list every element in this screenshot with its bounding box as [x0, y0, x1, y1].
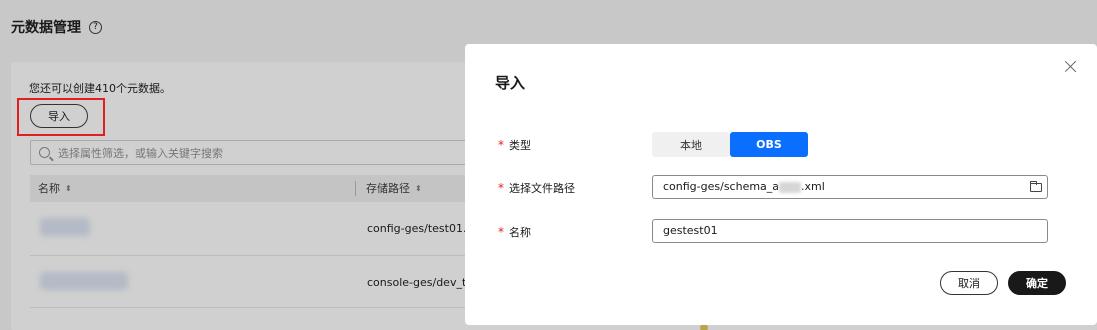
- type-option-local[interactable]: 本地: [652, 132, 730, 157]
- page-title: 元数据管理 ?: [11, 17, 102, 37]
- table-row-name-redacted: [40, 218, 90, 236]
- redacted-mask: [779, 181, 802, 193]
- type-label: * 类型: [498, 137, 531, 153]
- page-title-text: 元数据管理: [11, 20, 81, 36]
- cancel-button[interactable]: 取消: [940, 271, 998, 295]
- quota-text: 您还可以创建410个元数据。: [29, 82, 171, 95]
- table-header: 名称 ⬍ 存储路径 ⬍: [30, 175, 470, 202]
- column-header-name[interactable]: 名称 ⬍: [38, 175, 72, 202]
- file-path-input[interactable]: config-ges/schema_a .xml: [652, 175, 1048, 199]
- sort-icon[interactable]: ⬍: [65, 175, 72, 202]
- path-label-text: 选择文件路径: [509, 182, 575, 195]
- table-row-name-redacted: [40, 272, 128, 290]
- search-input[interactable]: 选择属性筛选，或输入关键字搜索: [30, 140, 500, 165]
- name-input[interactable]: gestest01: [652, 219, 1048, 243]
- required-mark: *: [498, 225, 504, 239]
- name-label-text: 名称: [509, 226, 531, 239]
- search-placeholder: 选择属性筛选，或输入关键字搜索: [58, 146, 223, 160]
- help-icon[interactable]: ?: [89, 20, 102, 34]
- column-header-path[interactable]: 存储路径 ⬍: [366, 175, 422, 202]
- search-icon: [39, 147, 50, 158]
- name-input-value: gestest01: [663, 224, 718, 237]
- column-divider: [355, 181, 356, 196]
- type-segmented-control: 本地 OBS: [652, 132, 808, 157]
- table-row-path: console-ges/dev_tes: [367, 276, 479, 289]
- dialog-title: 导入: [495, 74, 526, 92]
- import-button[interactable]: 导入: [30, 104, 88, 128]
- close-icon[interactable]: [1064, 60, 1077, 73]
- import-dialog: 导入 * 类型 本地 OBS * 选择文件路径 config-ges/schem…: [465, 44, 1097, 325]
- file-path-prefix: config-ges/schema_a: [663, 180, 780, 193]
- confirm-button[interactable]: 确定: [1008, 271, 1066, 295]
- row-divider: [30, 255, 470, 256]
- column-header-name-label: 名称: [38, 182, 60, 195]
- path-label: * 选择文件路径: [498, 180, 575, 196]
- column-header-path-label: 存储路径: [366, 182, 410, 195]
- type-option-obs[interactable]: OBS: [730, 132, 808, 157]
- folder-icon[interactable]: [1030, 181, 1042, 192]
- required-mark: *: [498, 138, 504, 152]
- file-path-suffix: .xml: [801, 180, 825, 193]
- name-label: * 名称: [498, 224, 531, 240]
- required-mark: *: [498, 181, 504, 195]
- sort-icon[interactable]: ⬍: [415, 175, 422, 202]
- row-divider: [30, 307, 470, 308]
- type-label-text: 类型: [509, 139, 531, 152]
